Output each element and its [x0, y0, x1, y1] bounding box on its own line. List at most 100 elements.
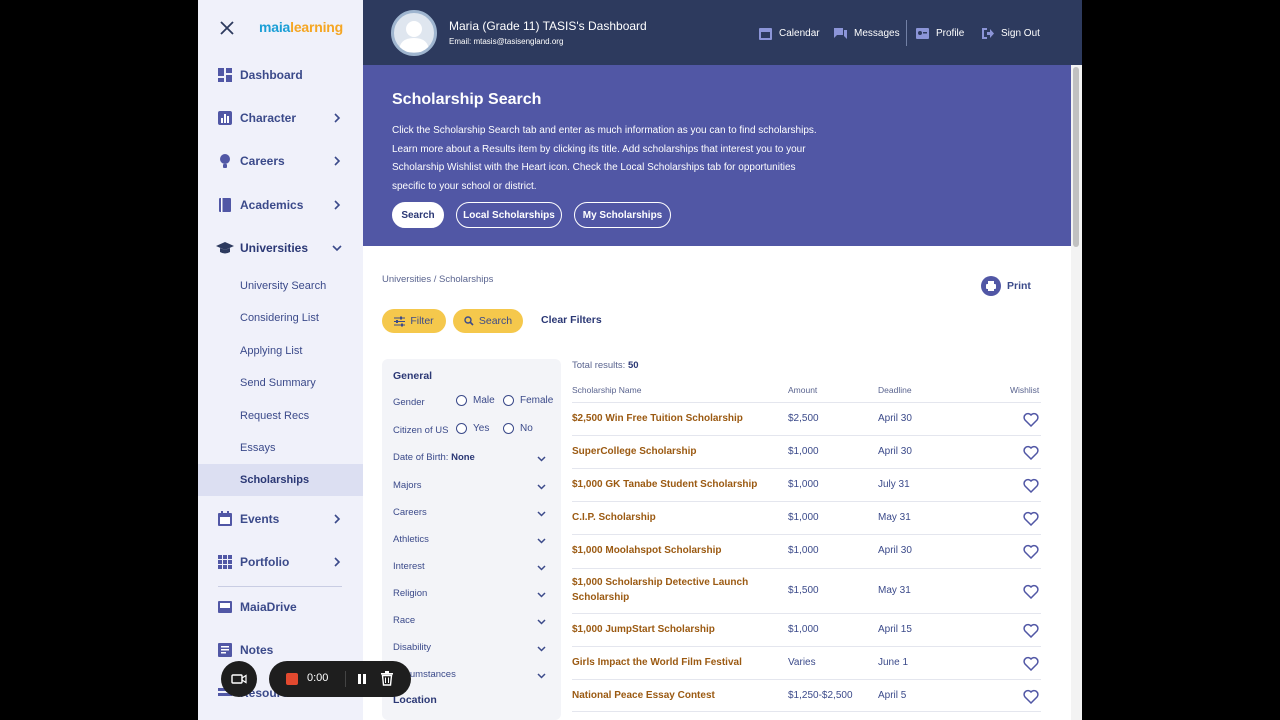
col-header-wishlist: Wishlist [1010, 385, 1040, 395]
sidebar-subitem-applying-list[interactable]: Applying List [198, 335, 363, 367]
profile-card-icon [916, 27, 929, 39]
gender-male-radio[interactable]: Male [456, 395, 495, 406]
table-row: C.I.P. Scholarship $1,000 May 31 [572, 501, 1041, 534]
athletics-dropdown[interactable]: Athletics [382, 529, 561, 551]
citizen-yes-radio[interactable]: Yes [456, 423, 489, 434]
disability-dropdown[interactable]: Disability [382, 637, 561, 659]
chevron-down-icon [537, 511, 546, 517]
sidebar-item-careers[interactable]: Careers [198, 146, 363, 176]
notes-icon [218, 643, 232, 657]
scholarship-name-link[interactable]: C.I.P. Scholarship [572, 511, 656, 526]
sidebar-item-portfolio[interactable]: Portfolio [198, 547, 363, 577]
race-dropdown[interactable]: Race [382, 610, 561, 632]
deadline-cell: May 31 [878, 585, 911, 596]
camera-toggle-button[interactable] [221, 661, 257, 697]
col-header-amount[interactable]: Amount [788, 385, 817, 395]
sidebar-subitem-send-summary[interactable]: Send Summary [198, 367, 363, 399]
sign-out-link[interactable]: Sign Out [980, 25, 1040, 41]
sidebar-subitem-university-search[interactable]: University Search [198, 270, 363, 302]
dob-dropdown[interactable]: Date of Birth: None [382, 447, 561, 469]
stop-recording-button[interactable] [286, 673, 298, 685]
pause-icon[interactable] [355, 672, 369, 686]
messages-link[interactable]: Messages [833, 25, 900, 41]
chart-icon [218, 111, 232, 125]
sliders-icon [394, 316, 406, 326]
video-camera-icon [231, 674, 247, 684]
sidebar-item-dashboard[interactable]: Dashboard [198, 60, 363, 90]
heart-icon[interactable] [1023, 656, 1039, 671]
grid-icon [218, 555, 232, 569]
sidebar-item-character[interactable]: Character [198, 103, 363, 133]
heart-icon[interactable] [1023, 689, 1039, 704]
calendar-link[interactable]: Calendar [758, 25, 820, 41]
sidebar-subitem-considering-list[interactable]: Considering List [198, 302, 363, 334]
graduation-cap-icon [216, 242, 234, 254]
amount-cell: $1,250-$2,500 [788, 690, 853, 701]
chevron-right-icon [334, 156, 341, 166]
sidebar-item-academics[interactable]: Academics [198, 190, 363, 220]
sidebar-item-events[interactable]: Events [198, 504, 363, 534]
amount-cell: $1,000 [788, 446, 819, 457]
heart-icon[interactable] [1023, 623, 1039, 638]
chevron-right-icon [334, 200, 341, 210]
scholarship-name-link[interactable]: SuperCollege Scholarship [572, 445, 696, 460]
heart-icon[interactable] [1023, 544, 1039, 559]
sidebar-subitem-request-recs[interactable]: Request Recs [198, 400, 363, 432]
deadline-cell: April 30 [878, 446, 912, 457]
deadline-cell: May 31 [878, 512, 911, 523]
amount-cell: $1,000 [788, 512, 819, 523]
tab-local-scholarships[interactable]: Local Scholarships [456, 202, 562, 228]
scholarship-name-link[interactable]: $1,000 GK Tanabe Student Scholarship [572, 478, 757, 493]
heart-icon[interactable] [1023, 478, 1039, 493]
close-icon[interactable] [218, 19, 236, 37]
sidebar-subitem-scholarships[interactable]: Scholarships [198, 464, 363, 496]
filter-button[interactable]: Filter [382, 309, 446, 333]
clear-filters-button[interactable]: Clear Filters [541, 314, 602, 326]
gender-female-radio[interactable]: Female [503, 395, 553, 406]
amount-cell: $1,000 [788, 545, 819, 556]
tab-my-scholarships[interactable]: My Scholarships [574, 202, 671, 228]
chevron-right-icon [334, 113, 341, 123]
sidebar-subitem-essays[interactable]: Essays [198, 432, 363, 464]
scrollbar-thumb[interactable] [1073, 67, 1079, 247]
religion-dropdown[interactable]: Religion [382, 583, 561, 605]
scholarship-name-link[interactable]: $1,000 JumpStart Scholarship [572, 623, 715, 638]
calendar-icon [218, 511, 232, 526]
scholarship-name-link[interactable]: $1,000 Scholarship Detective Launch Scho… [572, 576, 762, 605]
deadline-cell: April 30 [878, 413, 912, 424]
col-header-name[interactable]: Scholarship Name [572, 385, 641, 395]
careers-dropdown[interactable]: Careers [382, 502, 561, 524]
scholarship-name-link[interactable]: National Peace Essay Contest [572, 689, 715, 704]
tab-search[interactable]: Search [392, 202, 444, 228]
deadline-cell: June 1 [878, 657, 909, 668]
sidebar-item-universities[interactable]: Universities [198, 233, 363, 263]
user-email: Email: mtasis@tasisengland.org [449, 37, 564, 46]
book-icon [219, 198, 231, 212]
heart-icon[interactable] [1023, 511, 1039, 526]
interest-dropdown[interactable]: Interest [382, 556, 561, 578]
scholarship-name-link[interactable]: $1,000 Moolahspot Scholarship [572, 544, 721, 559]
deadline-cell: April 15 [878, 624, 912, 635]
sidebar-divider [218, 586, 342, 587]
breadcrumb-universities[interactable]: Universities [382, 274, 431, 285]
drive-icon [218, 601, 232, 613]
citizen-no-radio[interactable]: No [503, 423, 533, 434]
majors-dropdown[interactable]: Majors [382, 475, 561, 497]
scholarship-name-link[interactable]: Girls Impact the World Film Festival [572, 656, 742, 671]
trash-icon[interactable] [380, 671, 394, 686]
print-button[interactable]: Print [981, 276, 1031, 296]
scholarship-name-link[interactable]: $2,500 Win Free Tuition Scholarship [572, 412, 743, 427]
banner-description: Click the Scholarship Search tab and ent… [392, 125, 817, 192]
chevron-down-icon [537, 619, 546, 625]
heart-icon[interactable] [1023, 412, 1039, 427]
page-scrollbar[interactable] [1071, 65, 1082, 720]
chevron-down-icon [537, 484, 546, 490]
amount-cell: $1,500 [788, 585, 819, 596]
heart-icon[interactable] [1023, 445, 1039, 460]
sidebar-item-maiadrive[interactable]: MaiaDrive [198, 592, 363, 622]
col-header-deadline[interactable]: Deadline [878, 385, 912, 395]
heart-icon[interactable] [1023, 584, 1039, 599]
search-button[interactable]: Search [453, 309, 523, 333]
profile-link[interactable]: Profile [915, 25, 964, 41]
avatar[interactable] [391, 10, 437, 56]
